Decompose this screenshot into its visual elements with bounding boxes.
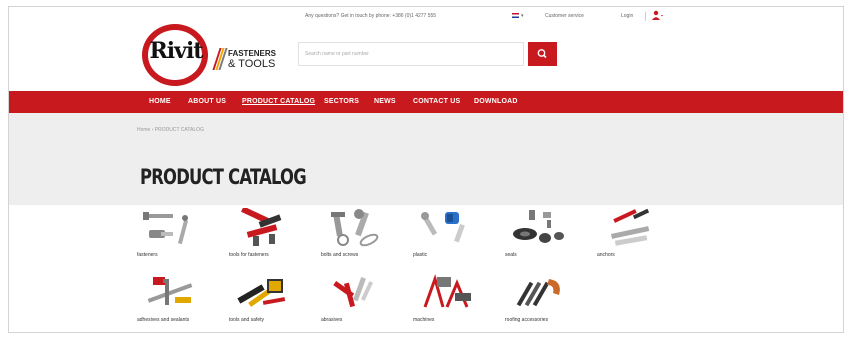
nav-product-catalog[interactable]: PRODUCT CATALOG — [242, 98, 315, 105]
main-navigation: HOME ABOUT US PRODUCT CATALOG SECTORS NE… — [9, 91, 843, 113]
sealant-gun-icon — [147, 277, 193, 305]
category-label: anchors — [597, 252, 615, 258]
search-button[interactable] — [528, 42, 557, 66]
category-label: fasteners — [137, 252, 158, 258]
category-label: plastic — [413, 252, 428, 258]
category-label: roofing accessories — [505, 317, 549, 323]
site-logo[interactable]: Rivit FASTENERS & TOOLS — [140, 24, 282, 86]
category-abrasives[interactable]: abrasives — [321, 273, 409, 329]
category-label: bolts and screws — [321, 252, 359, 258]
hand-tools-icon — [237, 279, 286, 307]
abrasives-icon — [333, 277, 374, 308]
page-frame: Any questions? Get in touch by phone: +3… — [8, 6, 844, 333]
user-icon[interactable] — [652, 10, 664, 22]
rivets-icon — [143, 212, 189, 245]
plastic-fastener-icon — [421, 212, 465, 243]
category-bolts-and-screws[interactable]: bolts and screws — [321, 208, 409, 264]
screws-icon — [331, 209, 379, 247]
nav-download[interactable]: DOWNLOAD — [474, 98, 518, 105]
category-seals[interactable]: seals — [505, 208, 593, 264]
nav-news[interactable]: NEWS — [374, 98, 396, 105]
nav-home[interactable]: HOME — [149, 98, 171, 105]
login-link[interactable]: Login — [621, 13, 633, 19]
uk-flag-icon — [512, 13, 519, 19]
category-fasteners[interactable]: fasteners — [137, 208, 225, 264]
search-placeholder: Search name or part number — [305, 51, 369, 57]
language-selector[interactable]: ▾ — [512, 13, 524, 19]
search-input[interactable]: Search name or part number — [298, 42, 524, 66]
category-label: tools for fasteners — [229, 252, 269, 258]
category-label: seals — [505, 252, 517, 258]
category-adhesives-and-sealants[interactable]: adhesives and sealants — [137, 273, 225, 329]
page-title: PRODUCT CATALOG — [140, 165, 307, 189]
help-contact-text: Any questions? Get in touch by phone: +3… — [305, 13, 437, 19]
nav-contact-us[interactable]: CONTACT US — [413, 98, 460, 105]
nav-sectors[interactable]: SECTORS — [324, 98, 359, 105]
category-machines[interactable]: machines — [413, 273, 501, 329]
category-label: abrasives — [321, 317, 343, 323]
category-tools-and-safety[interactable]: tools and safety — [229, 273, 317, 329]
search-icon — [537, 49, 547, 59]
top-bar: Any questions? Get in touch by phone: +3… — [9, 9, 843, 23]
divider — [645, 12, 646, 21]
customer-service-link[interactable]: Customer service — [545, 13, 584, 19]
riveting-tool-icon — [241, 208, 282, 246]
machine-icon — [423, 274, 471, 308]
category-tools-for-fasteners[interactable]: tools for fasteners — [229, 208, 317, 264]
category-label: machines — [413, 317, 435, 323]
category-roofing-accessories[interactable]: roofing accessories — [505, 273, 593, 329]
logo-stripes — [212, 48, 228, 70]
roofing-icon — [516, 279, 560, 307]
category-anchors[interactable]: anchors — [597, 208, 685, 264]
category-label: adhesives and sealants — [137, 317, 190, 323]
nav-about-us[interactable]: ABOUT US — [188, 98, 226, 105]
logo-fasteners-text: FASTENERS — [228, 49, 277, 58]
logo-wordmark: Rivit — [149, 38, 204, 64]
category-label: tools and safety — [229, 317, 265, 323]
category-plastic[interactable]: plastic — [413, 208, 501, 264]
logo-tools-text: & TOOLS — [228, 58, 276, 70]
breadcrumb[interactable]: Home › PRODUCT CATALOG — [137, 127, 204, 133]
seals-icon — [513, 210, 564, 243]
anchors-icon — [610, 208, 650, 246]
page-header-band: Home › PRODUCT CATALOG PRODUCT CATALOG — [9, 113, 843, 205]
